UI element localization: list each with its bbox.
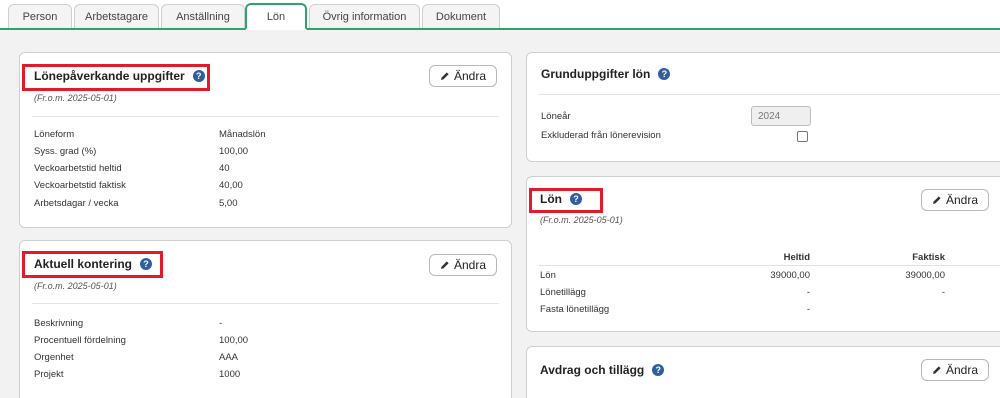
row-label: Arbetsdagar / vecka: [34, 198, 119, 209]
help-icon[interactable]: ?: [570, 193, 582, 205]
divider: [539, 94, 1000, 95]
row-heltid: -: [806, 304, 810, 315]
grunduppgifter-title: Grunduppgifter lön ?: [541, 67, 671, 81]
grunduppgifter-title-text: Grunduppgifter lön: [541, 67, 651, 81]
tab-person[interactable]: Person: [8, 4, 72, 28]
row-heltid: 39000,00: [770, 270, 810, 281]
tab-anstallning[interactable]: Anställning: [161, 4, 245, 28]
lonepaverkande-edit-button[interactable]: Ändra: [429, 65, 497, 87]
row-value: AAA: [219, 352, 239, 363]
col-header-faktisk: Faktisk: [912, 252, 945, 263]
row-value: 40,00: [219, 180, 243, 191]
row-value: -: [219, 318, 223, 329]
kontering-title: Aktuell kontering ?: [34, 257, 153, 271]
row-label: Orgenhet: [34, 352, 74, 363]
row-label: Lön: [540, 270, 556, 281]
lonepaverkande-title: Lönepåverkande uppgifter ?: [34, 69, 205, 83]
pencil-icon: [440, 260, 450, 270]
edit-label: Ändra: [453, 258, 487, 272]
edit-label: Ändra: [453, 69, 487, 83]
lonear-label: Löneår: [541, 111, 571, 122]
row-label: Löneform: [34, 129, 75, 140]
avdrag-title: Avdrag och tillägg ?: [540, 363, 665, 377]
row-value: Månadslön: [219, 129, 266, 140]
row-label: Veckoarbetstid faktisk: [34, 180, 126, 191]
lon-title: Lön ?: [540, 192, 582, 206]
row-value: 1000: [219, 369, 241, 380]
divider: [539, 265, 1000, 266]
tab-underline: [0, 28, 1000, 30]
row-value: 40: [219, 163, 230, 174]
row-label: Veckoarbetstid heltid: [34, 163, 122, 174]
row-label: Procentuell fördelning: [34, 335, 126, 346]
row-label: Projekt: [34, 369, 64, 380]
divider: [32, 116, 499, 117]
row-value: 100,00: [219, 146, 249, 157]
lon-title-text: Lön: [540, 192, 562, 206]
kontering-panel: Aktuell kontering ? Ändra (Fr.o.m. 2025-…: [19, 240, 512, 398]
help-icon[interactable]: ?: [652, 364, 665, 376]
edit-label: Ändra: [945, 193, 979, 207]
lonepaverkande-title-text: Lönepåverkande uppgifter: [34, 69, 185, 83]
avdrag-edit-button[interactable]: Ändra: [921, 359, 989, 381]
pencil-icon: [932, 365, 942, 375]
row-label: Fasta lönetillägg: [540, 304, 610, 315]
lonear-field[interactable]: 2024: [751, 106, 811, 126]
avdrag-panel: Avdrag och tillägg ? Ändra: [526, 346, 1000, 398]
tab-arbetstagare[interactable]: Arbetstagare: [74, 4, 159, 28]
tab-lon[interactable]: Lön: [245, 3, 307, 30]
lon-edit-button[interactable]: Ändra: [921, 189, 989, 211]
row-heltid: -: [806, 287, 810, 298]
col-header-heltid: Heltid: [783, 252, 810, 263]
row-faktisk: -: [941, 287, 945, 298]
avdrag-title-text: Avdrag och tillägg: [540, 363, 645, 377]
pencil-icon: [932, 195, 942, 205]
kontering-title-text: Aktuell kontering: [34, 257, 133, 271]
edit-label: Ändra: [945, 363, 979, 377]
tab-dokument[interactable]: Dokument: [422, 4, 500, 28]
exkluderad-label: Exkluderad från lönerevision: [541, 130, 661, 141]
row-faktisk: 39000,00: [905, 270, 945, 281]
kontering-edit-button[interactable]: Ändra: [429, 254, 497, 276]
grunduppgifter-panel: Grunduppgifter lön ? Löneår 2024 Exklude…: [526, 52, 1000, 162]
row-label: Syss. grad (%): [34, 146, 97, 157]
tab-ovrig-information[interactable]: Övrig information: [309, 4, 420, 28]
row-value: 100,00: [219, 335, 249, 346]
row-value: 5,00: [219, 198, 238, 209]
help-icon[interactable]: ?: [658, 68, 671, 80]
row-label: Lönetillägg: [540, 287, 586, 298]
exkluderad-checkbox[interactable]: [797, 131, 808, 142]
pencil-icon: [440, 71, 450, 81]
lonepaverkande-panel: Lönepåverkande uppgifter ? Ändra (Fr.o.m…: [19, 52, 512, 228]
lon-panel: Lön ? Ändra (Fr.o.m. 2025-05-01) Heltid …: [526, 176, 1000, 332]
help-icon[interactable]: ?: [192, 70, 205, 82]
lon-date: (Fr.o.m. 2025-05-01): [540, 215, 623, 225]
help-icon[interactable]: ?: [140, 258, 153, 270]
row-label: Beskrivning: [34, 318, 84, 329]
divider: [32, 303, 499, 304]
lonepaverkande-date: (Fr.o.m. 2025-05-01): [34, 93, 117, 103]
tab-bar: Person Arbetstagare Anställning Lön Övri…: [0, 0, 1000, 30]
kontering-date: (Fr.o.m. 2025-05-01): [34, 281, 117, 291]
